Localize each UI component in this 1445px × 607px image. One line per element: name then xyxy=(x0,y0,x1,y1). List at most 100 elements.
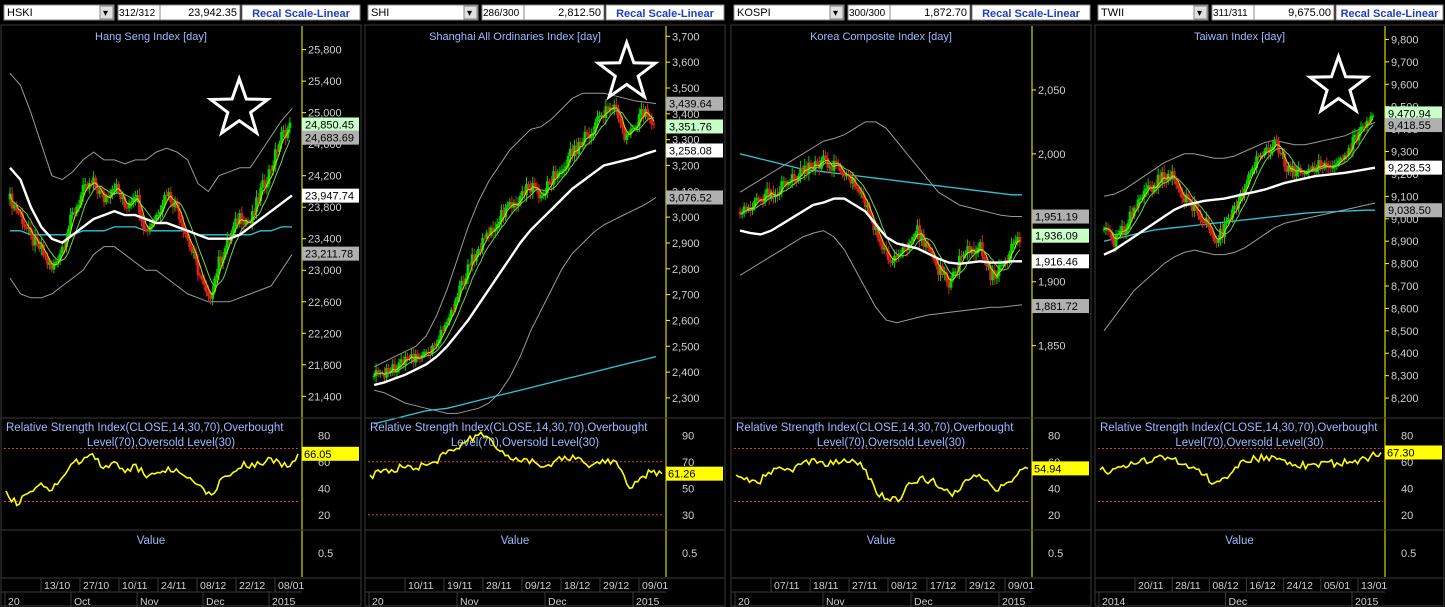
value-pane-label: Value xyxy=(867,535,896,547)
y-tick-label: 2,900 xyxy=(672,238,700,250)
date-label: 27/11 xyxy=(852,580,878,592)
candle-body xyxy=(909,241,913,243)
symbol-text: HSKI xyxy=(7,7,33,19)
price-label: 9,038.50 xyxy=(1388,205,1431,217)
y-tick-label: 2,500 xyxy=(672,341,700,353)
period-label: 20 xyxy=(8,596,20,607)
period-label: Dec xyxy=(914,596,933,607)
candle-body xyxy=(81,184,85,196)
chart-svg: KOSPI ▾ 300/300 1,872.70 Recal Scale-Linear 1… xyxy=(730,0,1092,607)
date-label: 18/12 xyxy=(564,580,590,592)
rsi-value-label: 66.05 xyxy=(304,449,332,461)
rsi-tick-label: 20 xyxy=(318,510,330,522)
y-tick-label: 9,800 xyxy=(1391,34,1419,46)
y-tick-label: 2,600 xyxy=(672,315,700,327)
candle-body xyxy=(1148,185,1152,187)
rsi-line xyxy=(5,452,299,507)
date-label: 18/11 xyxy=(813,580,839,592)
rsi-tick-label: 80 xyxy=(1401,430,1413,442)
y-tick-label: 22,600 xyxy=(308,297,342,309)
candle-body xyxy=(1277,141,1281,153)
y-tick-label: 2,700 xyxy=(672,290,700,302)
chevron-down-icon: ▾ xyxy=(833,8,838,19)
price-label: 3,351.76 xyxy=(669,121,712,133)
rsi-line xyxy=(735,457,1029,503)
price-label: 24,683.69 xyxy=(305,133,354,145)
upper-band-line xyxy=(1103,121,1376,197)
y-tick-label: 2,300 xyxy=(672,393,700,405)
rsi-tick-label: 20 xyxy=(1048,510,1060,522)
y-tick-label: 24,200 xyxy=(308,171,342,183)
y-tick-label: 9,700 xyxy=(1391,57,1419,69)
date-label: 28/11 xyxy=(486,580,512,592)
y-tick-label: 23,400 xyxy=(308,234,342,246)
chevron-down-icon: ▾ xyxy=(103,8,108,19)
rsi-value-label: 54.94 xyxy=(1034,463,1062,475)
price-label: 9,418.55 xyxy=(1388,120,1431,132)
candle-body xyxy=(506,205,510,208)
candle-body xyxy=(857,188,861,193)
value-pane-label: Value xyxy=(1225,535,1254,547)
candle-body xyxy=(240,213,244,223)
date-label: 05/01 xyxy=(1324,580,1350,592)
price-label: 1,881.72 xyxy=(1035,301,1078,313)
date-label: 16/12 xyxy=(1250,580,1276,592)
date-label: 08/12 xyxy=(1212,580,1238,592)
rsi-tick-label: 20 xyxy=(1401,510,1413,522)
candle-body xyxy=(156,214,160,217)
symbol-text: SHI xyxy=(371,7,389,19)
value-tick-label: 0.5 xyxy=(1048,548,1063,560)
y-tick-label: 21,800 xyxy=(308,360,342,372)
date-label: 24/12 xyxy=(1287,580,1313,592)
candle-body xyxy=(824,155,828,159)
date-label: 08/01 xyxy=(278,580,304,592)
y-tick-label: 2,800 xyxy=(672,264,700,276)
chart-title: Shanghai All Ordinaries Index [day] xyxy=(429,31,601,43)
candle-body xyxy=(962,255,965,257)
y-tick-label: 1,900 xyxy=(1038,277,1066,289)
hang-seng-chart-panel[interactable]: HSKI ▾ 312/312 23,942.35 Recal Scale-Linear 2… xyxy=(0,0,362,607)
y-tick-label: 23,000 xyxy=(308,265,342,277)
candle-body xyxy=(16,210,20,213)
recal-scale-label: Recal Scale-Linear xyxy=(982,8,1081,20)
chart-svg: SHI ▾ 286/300 2,812.50 Recal Scale-Linear 2,3… xyxy=(364,0,726,607)
y-tick-label: 22,200 xyxy=(308,328,342,340)
y-tick-label: 3,700 xyxy=(672,31,700,43)
candle-body xyxy=(1012,243,1016,245)
value-pane-label: Value xyxy=(501,535,530,547)
chart-svg: TWII ▾ 311/311 9,675.00 Recal Scale-Linear 8,… xyxy=(1094,0,1445,607)
candle-body xyxy=(757,197,761,200)
value-tick-label: 0.5 xyxy=(1401,548,1416,560)
y-tick-label: 3,000 xyxy=(672,212,700,224)
y-tick-label: 8,700 xyxy=(1391,281,1419,293)
date-label: 10/11 xyxy=(408,580,434,592)
period-label: 2014 xyxy=(1102,596,1126,607)
candle-body xyxy=(1144,188,1148,191)
star-icon xyxy=(593,37,660,101)
rsi-tick-label: 50 xyxy=(682,483,694,495)
candle-body xyxy=(1102,229,1106,231)
candle-body xyxy=(406,356,409,358)
period-label: 20 xyxy=(372,596,384,607)
recal-scale-label: Recal Scale-Linear xyxy=(616,8,715,20)
rsi-title-line2: Level(70),Oversold Level(30) xyxy=(87,437,235,449)
rsi-tick-label: 40 xyxy=(318,483,330,495)
candle-body xyxy=(433,345,436,347)
value-pane-label: Value xyxy=(137,535,166,547)
candle-body xyxy=(855,186,859,189)
shanghai-chart-panel[interactable]: SHI ▾ 286/300 2,812.50 Recal Scale-Linear 2,3… xyxy=(364,0,726,607)
date-label: 08/12 xyxy=(891,580,917,592)
candle-body xyxy=(878,237,882,243)
last-price-text: 23,942.35 xyxy=(188,7,237,19)
y-tick-label: 2,050 xyxy=(1038,85,1066,97)
rsi-tick-label: 40 xyxy=(1048,483,1060,495)
recal-scale-label: Recal Scale-Linear xyxy=(252,8,351,20)
rsi-title-line2: Level(70),Oversold Level(30) xyxy=(1175,437,1323,449)
candle-body xyxy=(1200,219,1204,222)
kospi-chart-panel[interactable]: KOSPI ▾ 300/300 1,872.70 Recal Scale-Linear 1… xyxy=(730,0,1092,607)
candle-body xyxy=(1371,115,1375,117)
lower-band-line xyxy=(373,197,657,414)
candle-body xyxy=(533,182,537,187)
chart-frame xyxy=(0,24,362,607)
taiwan-chart-panel[interactable]: TWII ▾ 311/311 9,675.00 Recal Scale-Linear 8,… xyxy=(1094,0,1445,607)
